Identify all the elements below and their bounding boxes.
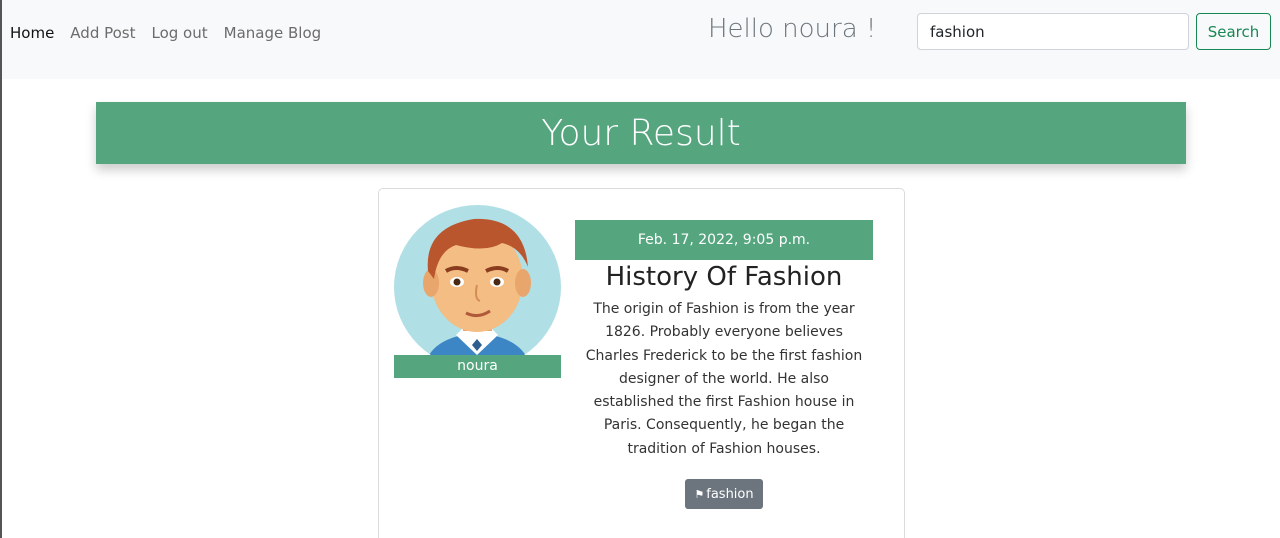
post-card: noura Feb. 17, 2022, 9:05 p.m. History O… (378, 188, 905, 538)
navbar: Home Add Post Log out Manage Blog Hello … (2, 0, 1280, 79)
nav-logout-link[interactable]: Log out (152, 24, 208, 42)
tag-badge[interactable]: ⚑ fashion (685, 479, 763, 510)
tag-icon: ⚑ (694, 487, 705, 501)
nav-home-link[interactable]: Home (10, 24, 54, 42)
window-edge (0, 0, 2, 538)
nav-add-post-link[interactable]: Add Post (70, 24, 135, 42)
tag-label: fashion (706, 486, 754, 502)
result-banner: Your Result (96, 102, 1186, 164)
author-name: noura (394, 355, 561, 378)
post-text: The origin of Fashion is from the year 1… (585, 301, 863, 457)
nav-manage-blog-link[interactable]: Manage Blog (224, 24, 322, 42)
post-title: History Of Fashion (605, 262, 843, 292)
post-content: Feb. 17, 2022, 9:05 p.m. History Of Fash… (575, 220, 873, 510)
author-block: noura (394, 205, 561, 378)
search-button[interactable]: Search (1196, 13, 1271, 50)
nav-links: Home Add Post Log out Manage Blog (10, 24, 337, 42)
search-input[interactable] (917, 13, 1189, 50)
result-title: Your Result (541, 112, 741, 154)
avatar-illustration (423, 218, 531, 369)
post-date: Feb. 17, 2022, 9:05 p.m. (575, 220, 873, 260)
avatar (394, 205, 561, 369)
user-greeting: Hello noura ! (708, 14, 877, 44)
